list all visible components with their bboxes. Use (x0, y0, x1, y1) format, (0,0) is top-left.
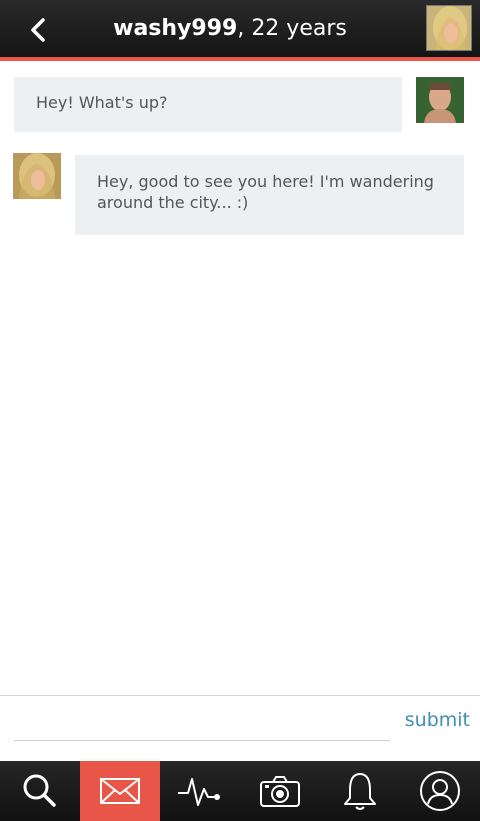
profile-age: , 22 years (237, 16, 347, 41)
message-bubble-sent: Hey! What's up? (14, 77, 402, 132)
mail-icon (100, 778, 140, 804)
tab-search[interactable] (0, 761, 80, 821)
tab-messages[interactable] (80, 761, 160, 821)
page-title: washy999, 22 years (60, 0, 400, 57)
back-button[interactable] (18, 12, 58, 48)
profile-username[interactable]: washy999 (113, 16, 237, 41)
tab-activity[interactable] (160, 761, 240, 821)
receiver-avatar[interactable] (13, 153, 61, 199)
search-icon (23, 774, 56, 807)
profile-avatar[interactable] (426, 5, 472, 51)
profile-icon (420, 771, 460, 811)
bell-icon (344, 773, 376, 810)
tab-notifications[interactable] (320, 761, 400, 821)
message-bubble-received: Hey, good to see you here! I'm wandering… (75, 155, 464, 235)
submit-button[interactable]: submit (405, 709, 470, 731)
tab-camera[interactable] (240, 761, 320, 821)
camera-icon (260, 776, 300, 807)
message-input[interactable] (14, 710, 390, 741)
tab-profile[interactable] (400, 761, 480, 821)
message-composer: submit (0, 695, 480, 762)
sender-avatar[interactable] (416, 77, 464, 123)
activity-icon (178, 778, 220, 806)
header-accent-line (0, 57, 480, 61)
chevron-left-icon (31, 18, 45, 42)
bottom-tab-bar (0, 761, 480, 821)
top-bar: washy999, 22 years (0, 0, 480, 57)
